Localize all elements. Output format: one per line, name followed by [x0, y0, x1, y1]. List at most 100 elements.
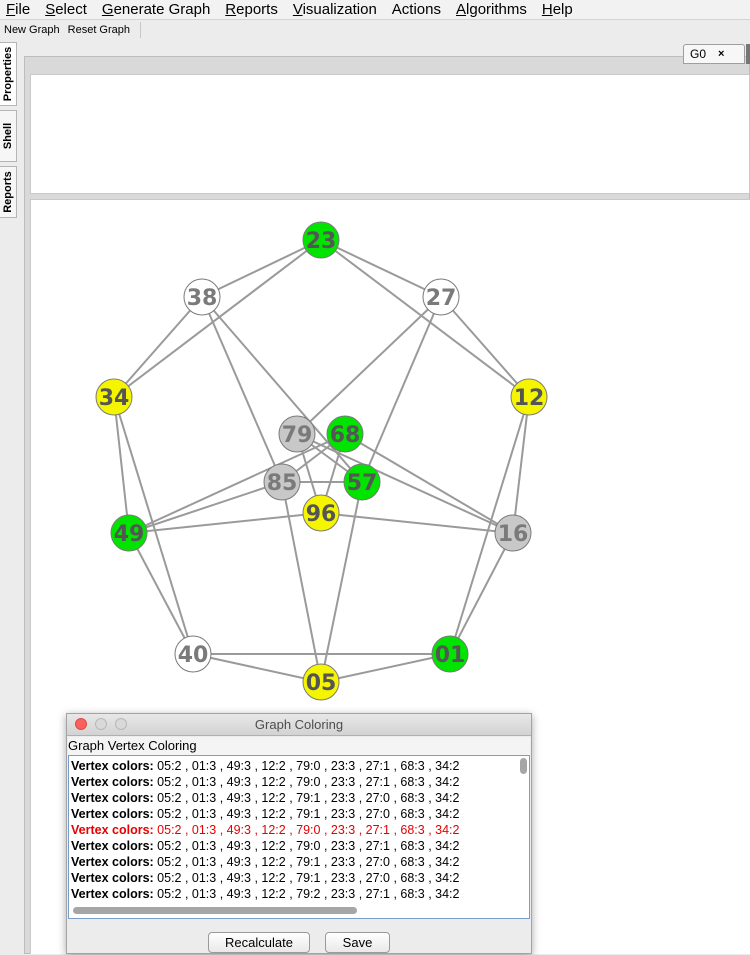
edge-23-27[interactable]	[320, 239, 442, 298]
row-values: 05:2 , 01:3 , 49:3 , 12:2 , 79:1 , 23:3 …	[153, 855, 460, 869]
menu-visualization[interactable]: Visualization	[287, 0, 386, 20]
vertex-68[interactable]: 68	[326, 415, 364, 453]
menu-actions[interactable]: Actions	[386, 0, 450, 20]
document-tab-g0[interactable]: G0 ×	[683, 44, 745, 64]
vertex-label: 79	[282, 423, 313, 448]
vertex-label: 01	[435, 643, 466, 668]
document-tab-label: G0	[690, 47, 707, 61]
row-prefix: Vertex colors:	[71, 807, 154, 821]
dialog-title-bar[interactable]: Graph Coloring	[67, 714, 531, 736]
edge-27-12[interactable]	[440, 296, 530, 398]
save-button[interactable]: Save	[325, 932, 390, 953]
vertex-23[interactable]: 23	[302, 221, 340, 259]
tab-properties-label: Properties	[2, 46, 15, 102]
vertical-scrollbar[interactable]	[520, 758, 527, 774]
coloring-result-row[interactable]: Vertex colors: 05:2 , 01:3 , 49:3 , 12:2…	[71, 790, 459, 806]
edge-23-34[interactable]	[113, 239, 322, 398]
vertex-label: 34	[99, 386, 130, 411]
coloring-results-list[interactable]: Vertex colors: 05:2 , 01:3 , 49:3 , 12:2…	[68, 755, 530, 919]
coloring-result-row[interactable]: Vertex colors: 05:2 , 01:3 , 49:3 , 12:2…	[71, 854, 459, 870]
edge-40-05[interactable]	[192, 653, 322, 683]
vertex-label: 49	[114, 522, 145, 547]
vertex-85[interactable]: 85	[263, 463, 301, 501]
row-values: 05:2 , 01:3 , 49:3 , 12:2 , 79:0 , 23:3 …	[153, 759, 460, 773]
row-values: 05:2 , 01:3 , 49:3 , 12:2 , 79:1 , 23:3 …	[153, 791, 460, 805]
row-prefix: Vertex colors:	[71, 871, 154, 885]
horizontal-scrollbar[interactable]	[73, 907, 357, 914]
row-values: 05:2 , 01:3 , 49:3 , 12:2 , 79:0 , 23:3 …	[153, 823, 460, 837]
vertex-label: 12	[514, 386, 545, 411]
coloring-result-row[interactable]: Vertex colors: 05:2 , 01:3 , 49:3 , 12:2…	[71, 774, 459, 790]
edge-27-79[interactable]	[296, 296, 442, 435]
row-prefix: Vertex colors:	[71, 839, 154, 853]
recalculate-button[interactable]: Recalculate	[208, 932, 310, 953]
tab-properties[interactable]: Properties	[0, 42, 17, 106]
vertex-16[interactable]: 16	[494, 514, 532, 552]
edge-27-57[interactable]	[361, 296, 442, 483]
coloring-result-row[interactable]: Vertex colors: 05:2 , 01:3 , 49:3 , 12:2…	[71, 886, 459, 902]
window-minimize-icon[interactable]	[95, 718, 107, 730]
edge-38-34[interactable]	[113, 296, 203, 398]
row-values: 05:2 , 01:3 , 49:3 , 12:2 , 79:1 , 23:3 …	[153, 807, 460, 821]
menu-select[interactable]: Select	[39, 0, 96, 20]
coloring-result-row[interactable]: Vertex colors: 05:2 , 01:3 , 49:3 , 12:2…	[71, 822, 459, 838]
vertex-79[interactable]: 79	[278, 415, 316, 453]
new-graph-button[interactable]: New Graph	[0, 20, 64, 40]
vertex-34[interactable]: 34	[95, 378, 133, 416]
edge-34-49[interactable]	[113, 396, 130, 534]
tab-shell[interactable]: Shell	[0, 110, 17, 162]
vertex-05[interactable]: 05	[302, 663, 340, 701]
vertex-27[interactable]: 27	[422, 278, 460, 316]
row-prefix: Vertex colors:	[71, 791, 154, 805]
edge-01-05[interactable]	[320, 653, 451, 683]
vertex-label: 27	[426, 286, 457, 311]
row-prefix: Vertex colors:	[71, 759, 154, 773]
dialog-title: Graph Coloring	[254, 717, 344, 732]
graph-coloring-dialog: Graph Coloring Graph Vertex Coloring Ver…	[66, 713, 532, 954]
menu-bar: File Select Generate Graph Reports Visua…	[0, 0, 750, 20]
coloring-result-row[interactable]: Vertex colors: 05:2 , 01:3 , 49:3 , 12:2…	[71, 806, 459, 822]
document-tab-strip: G0 ×	[24, 40, 750, 66]
menu-file[interactable]: File	[0, 0, 39, 20]
reset-graph-button[interactable]: Reset Graph	[64, 20, 134, 40]
menu-help[interactable]: Help	[536, 0, 582, 20]
vertex-38[interactable]: 38	[183, 278, 221, 316]
edge-38-85[interactable]	[201, 296, 283, 483]
edge-23-38[interactable]	[201, 239, 322, 298]
vertex-57[interactable]: 57	[343, 463, 381, 501]
row-prefix: Vertex colors:	[71, 855, 154, 869]
vertex-12[interactable]: 12	[510, 378, 548, 416]
menu-generate-graph[interactable]: Generate Graph	[96, 0, 219, 20]
menu-algorithms[interactable]: Algorithms	[450, 0, 536, 20]
edges-layer	[113, 239, 530, 683]
row-values: 05:2 , 01:3 , 49:3 , 12:2 , 79:0 , 23:3 …	[153, 775, 460, 789]
toolbar: New Graph Reset Graph	[0, 20, 750, 40]
vertex-96[interactable]: 96	[302, 494, 340, 532]
vertex-label: 96	[306, 502, 337, 527]
tab-shell-label: Shell	[2, 122, 15, 150]
close-icon[interactable]: ×	[718, 48, 724, 60]
window-close-icon[interactable]	[75, 718, 87, 730]
window-zoom-icon[interactable]	[115, 718, 127, 730]
menu-reports[interactable]: Reports	[219, 0, 287, 20]
vertex-40[interactable]: 40	[174, 635, 212, 673]
coloring-result-row[interactable]: Vertex colors: 05:2 , 01:3 , 49:3 , 12:2…	[71, 838, 459, 854]
row-values: 05:2 , 01:3 , 49:3 , 12:2 , 79:0 , 23:3 …	[153, 839, 460, 853]
vertex-label: 38	[187, 286, 218, 311]
row-prefix: Vertex colors:	[71, 887, 154, 901]
vertex-label: 57	[347, 471, 378, 496]
vertex-label: 40	[178, 643, 209, 668]
tab-reports[interactable]: Reports	[0, 166, 17, 218]
upper-pane	[30, 74, 750, 194]
edge-23-12[interactable]	[320, 239, 530, 398]
edge-12-16[interactable]	[512, 396, 530, 534]
tab-reports-label: Reports	[2, 171, 14, 213]
next-tab-edge[interactable]	[746, 44, 750, 64]
row-prefix: Vertex colors:	[71, 775, 154, 789]
row-values: 05:2 , 01:3 , 49:3 , 12:2 , 79:2 , 23:3 …	[153, 887, 460, 901]
vertex-01[interactable]: 01	[431, 635, 469, 673]
coloring-result-row[interactable]: Vertex colors: 05:2 , 01:3 , 49:3 , 12:2…	[71, 870, 459, 886]
coloring-result-row[interactable]: Vertex colors: 05:2 , 01:3 , 49:3 , 12:2…	[71, 758, 459, 774]
vertex-49[interactable]: 49	[110, 514, 148, 552]
vertices-layer: 23 38 27 34 12 79 68 85 57 96 49 16 40 01 05	[95, 221, 548, 701]
